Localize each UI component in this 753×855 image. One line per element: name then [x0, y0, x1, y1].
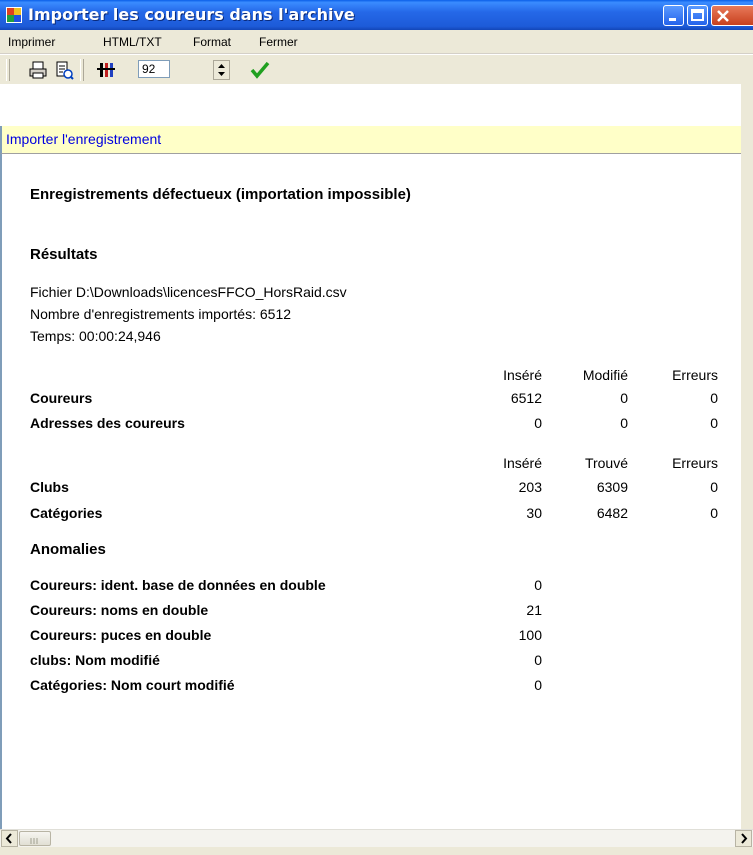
grip-icon — [30, 838, 38, 844]
table2-header-errors: Erreurs — [672, 455, 718, 471]
close-icon — [717, 10, 729, 22]
table1-header-errors: Erreurs — [672, 367, 718, 383]
scroll-right-button[interactable] — [735, 830, 752, 847]
close-button[interactable] — [711, 5, 753, 26]
app-icon — [6, 7, 22, 23]
import-record-link[interactable]: Importer l'enregistrement — [6, 131, 161, 147]
defective-records-heading: Enregistrements défectueux (importation … — [30, 186, 411, 203]
content-top-area — [0, 84, 741, 126]
table1-cell: 0 — [620, 415, 628, 431]
table2-header-inserted: Inséré — [503, 455, 542, 471]
menu-bar: Imprimer HTML/TXT Format Fermer — [0, 30, 753, 54]
import-window: Importer les coureurs dans l'archive Imp… — [0, 0, 753, 855]
table1-cell: 0 — [620, 390, 628, 406]
window-right-edge — [741, 84, 753, 829]
results-heading: Résultats — [30, 246, 98, 263]
menu-format[interactable]: Format — [193, 35, 231, 49]
table1-cell: 0 — [710, 390, 718, 406]
table1-cell: 6512 — [510, 390, 542, 406]
anomaly-value: 21 — [526, 602, 542, 618]
elapsed-time: Temps: 00:00:24,946 — [30, 328, 161, 344]
title-bar[interactable]: Importer les coureurs dans l'archive — [0, 0, 753, 30]
anomaly-label: Coureurs: ident. base de données en doub… — [30, 577, 326, 593]
anomalies-heading: Anomalies — [30, 541, 106, 558]
table2-cell: 30 — [526, 505, 542, 521]
record-count: Nombre d'enregistrements importés: 6512 — [30, 306, 292, 322]
zoom-input[interactable]: 92 — [138, 60, 170, 78]
toolbar: 92 — [0, 54, 753, 86]
maximize-button[interactable] — [687, 5, 708, 26]
anomaly-value: 0 — [534, 577, 542, 593]
minimize-button[interactable] — [663, 5, 684, 26]
anomaly-value: 0 — [534, 652, 542, 668]
spin-down-icon[interactable] — [214, 70, 229, 79]
menu-fermer[interactable]: Fermer — [259, 35, 298, 49]
menu-imprimer[interactable]: Imprimer — [8, 35, 55, 49]
zoom-icon[interactable] — [96, 60, 116, 80]
anomaly-label: Coureurs: noms en double — [30, 602, 209, 618]
print-preview-icon[interactable] — [54, 60, 74, 80]
anomaly-value: 100 — [518, 627, 542, 643]
window-title: Importer les coureurs dans l'archive — [28, 5, 355, 24]
action-bar: Importer l'enregistrement — [0, 126, 741, 154]
table1-cell: 0 — [534, 415, 542, 431]
table2-cell: 6482 — [596, 505, 628, 521]
anomaly-label: Coureurs: puces en double — [30, 627, 212, 643]
table2-cell: 0 — [710, 505, 718, 521]
table1-header-inserted: Inséré — [503, 367, 542, 383]
toolbar-grip[interactable] — [6, 59, 10, 81]
anomaly-label: Catégories: Nom court modifié — [30, 677, 235, 693]
zoom-stepper[interactable] — [213, 60, 230, 80]
report-content — [0, 126, 741, 829]
anomaly-value: 0 — [534, 677, 542, 693]
scroll-left-button[interactable] — [1, 830, 18, 847]
window-bottom-edge — [0, 847, 753, 855]
checkmark-icon[interactable] — [250, 60, 270, 80]
table2-cell: 6309 — [596, 479, 628, 495]
table1-cell: 0 — [710, 415, 718, 431]
arrow-right-icon — [741, 833, 748, 844]
table1-row-label: Adresses des coureurs — [30, 415, 185, 431]
table1-header-modified: Modifié — [582, 367, 628, 383]
anomaly-label: clubs: Nom modifié — [30, 652, 160, 668]
table2-row-label: Clubs — [30, 479, 69, 495]
horizontal-scrollbar[interactable] — [0, 829, 753, 847]
table2-header-found: Trouvé — [584, 455, 628, 471]
spin-up-icon[interactable] — [214, 61, 229, 70]
minimize-icon — [669, 18, 676, 21]
maximize-icon — [691, 9, 704, 21]
table2-row-label: Catégories — [30, 505, 103, 521]
scroll-thumb[interactable] — [19, 831, 51, 846]
arrow-left-icon — [5, 833, 12, 844]
table2-cell: 0 — [710, 479, 718, 495]
file-path: Fichier D:\Downloads\licencesFFCO_HorsRa… — [30, 284, 347, 300]
menu-html-txt[interactable]: HTML/TXT — [103, 35, 162, 49]
print-icon[interactable] — [28, 60, 48, 80]
toolbar-separator — [80, 59, 84, 81]
table2-cell: 203 — [518, 479, 542, 495]
table1-row-label: Coureurs — [30, 390, 93, 406]
